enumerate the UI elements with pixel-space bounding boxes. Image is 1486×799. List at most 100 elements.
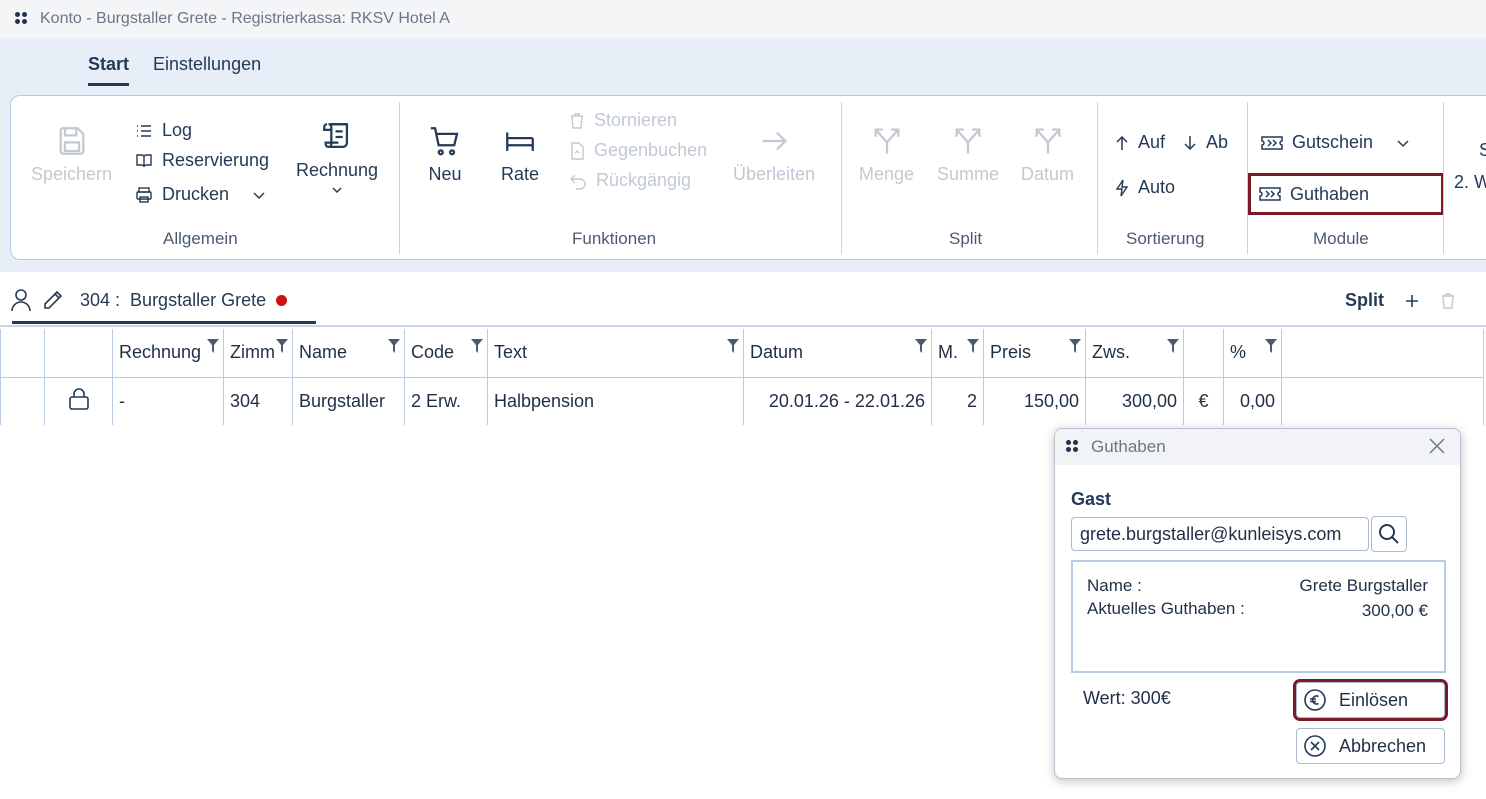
dialog-title-bar[interactable]: Guthaben [1055, 429, 1460, 465]
tab-start[interactable]: Start [88, 54, 130, 86]
column-header-percent[interactable]: % [1223, 329, 1282, 378]
search-button[interactable] [1371, 516, 1407, 552]
filter-icon[interactable] [471, 339, 483, 353]
bed-icon [506, 132, 534, 151]
split-menge-button[interactable]: Menge [859, 124, 914, 185]
arrow-down-icon [1184, 135, 1196, 150]
sort-ab-button[interactable]: Ab [1183, 132, 1228, 153]
arrow-up-icon [1116, 135, 1128, 150]
booking-table: Rechnung Zimm Name Code Text Datum M. Pr… [0, 329, 1484, 425]
split-datum-button[interactable]: Datum [1021, 124, 1074, 185]
account-room: 304 : [80, 289, 121, 310]
abbrechen-label: Abbrechen [1339, 735, 1427, 756]
stornieren-label: Stornieren [594, 110, 678, 130]
filter-icon[interactable] [276, 339, 288, 353]
drucken-label: Drucken [162, 184, 230, 204]
filter-icon[interactable] [915, 339, 927, 353]
cell-zimmer: 304 [223, 376, 293, 425]
filter-icon[interactable] [388, 339, 400, 353]
ab-label: Ab [1206, 132, 1229, 152]
group-label-module: Module [1313, 229, 1369, 248]
split-toggle-button[interactable]: Split [1345, 290, 1384, 311]
pencil-icon[interactable] [42, 289, 64, 311]
ticket-icon [1259, 187, 1281, 201]
column-header-preis[interactable]: Preis [983, 329, 1086, 378]
name-label: Name : [1087, 576, 1142, 595]
title-bar: Konto - Burgstaller Grete - Registrierka… [0, 0, 1486, 38]
filter-icon[interactable] [207, 339, 219, 353]
gutschein-button[interactable]: Gutschein [1261, 132, 1410, 153]
abbrechen-button[interactable]: Abbrechen [1296, 728, 1445, 764]
lock-icon[interactable] [68, 387, 90, 411]
guthaben-button[interactable]: Guthaben [1248, 173, 1444, 215]
group-label-allgemein: Allgemein [163, 229, 238, 248]
drucken-button[interactable]: Drucken [135, 184, 266, 205]
group-label-funktionen: Funktionen [572, 229, 657, 248]
filter-icon[interactable] [967, 339, 979, 353]
cell-name: Burgstaller [292, 376, 405, 425]
row-cell [1281, 376, 1484, 425]
column-header-code[interactable]: Code [404, 329, 488, 378]
gegenbuchen-button[interactable]: Gegenbuchen [569, 140, 707, 161]
window-title: Konto - Burgstaller Grete - Registrierka… [40, 10, 450, 27]
group-separator [1247, 102, 1248, 254]
column-header-name[interactable]: Name [292, 329, 405, 378]
cell-rechnung: - [112, 376, 224, 425]
sort-auto-button[interactable]: Auto [1115, 177, 1175, 198]
sort-auf-button[interactable]: Auf [1115, 132, 1165, 153]
rechnung-button[interactable]: Rechnung [296, 120, 378, 201]
column-header-currency [1183, 329, 1224, 378]
save-icon [59, 127, 84, 155]
einloesen-button[interactable]: Einlösen [1293, 679, 1448, 721]
column-header-datum[interactable]: Datum [743, 329, 932, 378]
ueberleiten-button[interactable]: Überleiten [733, 124, 815, 185]
trash-icon[interactable] [1440, 292, 1456, 310]
column-header-rechnung[interactable]: Rechnung [112, 329, 224, 378]
column-header-menge[interactable]: M. [931, 329, 984, 378]
document-icon [571, 141, 584, 160]
split-summe-button[interactable]: Summe [937, 124, 999, 185]
save-button[interactable]: Speichern [31, 124, 112, 185]
chevron-down-icon[interactable] [252, 188, 266, 202]
neu-button[interactable]: Neu [427, 124, 463, 185]
user-icon[interactable] [10, 288, 32, 312]
log-button[interactable]: Log [135, 120, 192, 141]
filter-icon[interactable] [1069, 339, 1081, 353]
stornieren-button[interactable]: Stornieren [569, 110, 677, 131]
email-field[interactable] [1071, 517, 1369, 551]
filter-icon[interactable] [1265, 339, 1277, 353]
close-icon[interactable] [1428, 437, 1446, 455]
cart-icon [430, 127, 459, 156]
chevron-down-icon[interactable] [1396, 136, 1410, 150]
auf-label: Auf [1138, 132, 1166, 152]
plus-icon[interactable] [1404, 293, 1420, 309]
column-header-zws[interactable]: Zws. [1085, 329, 1184, 378]
account-tab[interactable]: 304 : Burgstaller Grete [10, 288, 288, 312]
table-row[interactable]: - 304 Burgstaller 2 Erw. Halbpension 20.… [0, 376, 1484, 425]
rate-button[interactable]: Rate [501, 124, 539, 185]
einloesen-label: Einlösen [1339, 689, 1409, 710]
cell-zws: 300,00 [1085, 376, 1184, 425]
filter-icon[interactable] [1167, 339, 1179, 353]
chevron-down-icon[interactable] [330, 185, 344, 195]
split-toolbar: Split [1345, 290, 1456, 311]
book-icon [136, 153, 152, 167]
column-header-text[interactable]: Text [487, 329, 744, 378]
row-cell [0, 376, 45, 425]
guthaben-dialog: Guthaben Gast Name : Grete Burgstaller A… [1054, 428, 1461, 779]
group-separator [399, 102, 400, 254]
filter-icon[interactable] [727, 339, 739, 353]
rueckgaengig-button[interactable]: Rückgängig [569, 170, 691, 191]
ribbon: Speichern Log Reservierung Drucken Rechn… [10, 95, 1486, 260]
reservierung-button[interactable]: Reservierung [135, 150, 269, 171]
group-separator [1443, 102, 1444, 254]
column-header-zimmer[interactable]: Zimm [223, 329, 293, 378]
ribbon-area: Start Einstellungen Speichern Log Reserv… [0, 38, 1486, 272]
tab-einstellungen[interactable]: Einstellungen [153, 54, 261, 86]
scroll-icon [323, 123, 349, 149]
lightning-icon [1115, 179, 1129, 196]
unsaved-indicator [276, 294, 288, 306]
printer-icon [136, 186, 152, 203]
group-label-sortierung: Sortierung [1126, 229, 1205, 248]
log-label: Log [162, 120, 193, 140]
